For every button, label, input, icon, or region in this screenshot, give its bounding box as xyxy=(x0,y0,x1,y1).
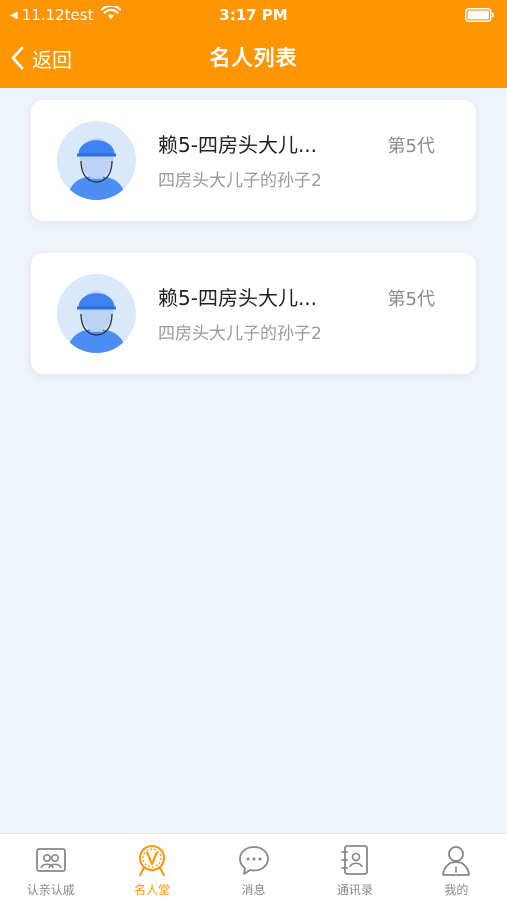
status-time: 3:17 PM xyxy=(219,6,288,24)
nav-bar: 返回 名人列表 xyxy=(0,30,507,88)
status-bar: ◀ 11.12test 3:17 PM xyxy=(0,0,507,30)
tab-relatives[interactable]: 认亲认戚 xyxy=(0,834,101,901)
tab-messages[interactable]: 消息 xyxy=(203,834,304,901)
celebrity-list: 赖5-四房头大儿... 第5代 四房头大儿子的孙子2 赖5-四房头大儿... 第… xyxy=(31,100,476,406)
celebrity-card[interactable]: 赖5-四房头大儿... 第5代 四房头大儿子的孙子2 xyxy=(31,253,476,374)
tab-contacts[interactable]: 通讯录 xyxy=(304,834,405,901)
person-icon xyxy=(442,846,471,876)
celebrity-description: 四房头大儿子的孙子2 xyxy=(158,171,322,191)
avatar xyxy=(57,121,136,200)
generation-label: 第5代 xyxy=(387,289,435,310)
tab-label: 认亲认戚 xyxy=(26,883,75,897)
battery-icon xyxy=(465,8,495,26)
tab-label: 通讯录 xyxy=(336,883,373,897)
celebrity-name: 赖5-四房头大儿... xyxy=(158,133,318,157)
tab-label: 消息 xyxy=(241,883,266,897)
page-title: 名人列表 xyxy=(209,46,298,70)
contacts-book-icon xyxy=(341,845,368,875)
celebrity-description: 四房头大儿子的孙子2 xyxy=(158,324,322,344)
celebrity-medal-icon xyxy=(139,845,166,876)
tab-hall-of-fame[interactable]: 名人堂 xyxy=(101,834,202,901)
chat-bubble-icon xyxy=(238,846,269,875)
tab-label: 名人堂 xyxy=(134,883,171,897)
tab-label: 我的 xyxy=(444,883,469,897)
family-icon xyxy=(35,848,66,872)
tab-bar: 认亲认戚 名人堂 消息 通讯录 我的 xyxy=(0,833,507,901)
avatar xyxy=(57,274,136,353)
tab-me[interactable]: 我的 xyxy=(406,834,507,901)
generation-label: 第5代 xyxy=(387,136,435,157)
header: ◀ 11.12test 3:17 PM 返回 名人列表 xyxy=(0,0,507,88)
celebrity-name: 赖5-四房头大儿... xyxy=(158,286,318,310)
celebrity-card[interactable]: 赖5-四房头大儿... 第5代 四房头大儿子的孙子2 xyxy=(31,100,476,221)
